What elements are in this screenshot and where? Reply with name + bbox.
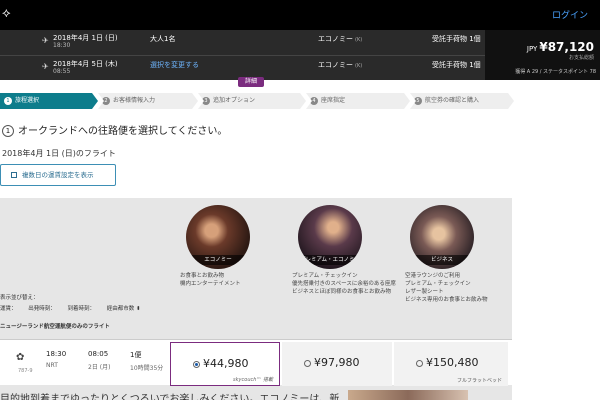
inbound-time: 08:55 — [53, 68, 71, 75]
aircraft-type: 787-9 — [18, 368, 33, 374]
step-number-icon: 1 — [2, 125, 14, 137]
flatbed-note: フルフラットベッド — [456, 378, 502, 384]
outbound-time: 18:30 — [53, 42, 71, 49]
login-link[interactable]: ログイン — [552, 8, 588, 21]
inbound-baggage: 受託手荷物 1個 — [432, 61, 481, 69]
cabin-premium-economy: プレミアム・エコノミー — [290, 205, 370, 269]
step-options: 3 追加オプション — [198, 93, 306, 109]
sort-departure[interactable]: 出発時刻： — [28, 306, 56, 312]
inbound-cabin: エコノミー (K) — [318, 61, 363, 69]
fare-economy[interactable]: ¥44,980 skycouch™ 搭載 — [170, 342, 280, 386]
total-price: JPY ¥87,120 — [526, 40, 594, 54]
outbound-summary-row: ✈ 2018年4月 1日 (日) 18:30 大人1名 エコノミー (K) 受託手… — [0, 30, 485, 55]
business-photo: ビジネス — [410, 205, 474, 269]
sort-options: 運賃： 出発時刻： 到着時刻： 経由都市数 ⬍ — [0, 304, 180, 312]
skycouch-note: skycouch™ 搭載 — [233, 377, 273, 383]
cabin-economy: エコノミー — [178, 205, 258, 269]
departure: 18:30 NRT — [46, 350, 67, 369]
page-title: 1 オークランドへの往路便を選択してください。 — [2, 122, 227, 137]
cabin-business: ビジネス — [402, 205, 482, 269]
premium-economy-photo: プレミアム・エコノミー — [298, 205, 362, 269]
stops-duration: 1便 10時間35分 — [130, 351, 164, 372]
calendar-icon — [11, 172, 17, 178]
sort-stops[interactable]: 経由都市数 ⬍ — [107, 306, 141, 312]
landing-icon: ✈ — [42, 62, 49, 71]
sort-arrival[interactable]: 到着時刻： — [68, 306, 96, 312]
details-toggle[interactable]: 詳細 — [238, 77, 264, 87]
section-title: ニュージーランド航空運航便のみのフライト — [0, 324, 110, 330]
promo-text: 目的地到着までゆったりとくつろいでお楽しみください。エコノミーは、新 — [0, 394, 340, 400]
fare-premium-economy[interactable]: ¥97,980 — [282, 342, 392, 386]
progress-steps: 1 旅程選択 2 お客様情報入力 3 追加オプション 4 座席指定 5 航空券の確認と購入 — [0, 93, 600, 109]
fare-business[interactable]: ¥150,480 フルフラットベッド — [394, 342, 508, 386]
flight-row: ✿ 787-9 18:30 NRT 08:05 2日 (月) 1便 10時間35… — [0, 339, 512, 386]
fare-economy-price: ¥44,980 — [203, 357, 249, 370]
economy-photo: エコノミー — [186, 205, 250, 269]
sort-label: 表示並び替え： — [0, 295, 39, 301]
sort-fare[interactable]: 運賃： — [0, 306, 17, 312]
promo-image — [348, 390, 468, 400]
page: ⟡ ログイン ✈ 2018年4月 1日 (日) 18:30 大人1名 エコノミー… — [0, 0, 600, 400]
business-features: 空港ラウンジのご利用 プレミアム・チェックイン レザー製シート ビジネス専用のお… — [405, 273, 488, 303]
economy-features: お食事とお飲み物 機内エンターテイメント — [180, 273, 241, 287]
total-price-note: お支払総額 — [568, 55, 594, 61]
step-itinerary[interactable]: 1 旅程選択 — [0, 93, 98, 109]
booking-summary: ✈ 2018年4月 1日 (日) 18:30 大人1名 エコノミー (K) 受託手… — [0, 30, 600, 80]
outbound-cabin: エコノミー (K) — [318, 35, 363, 43]
step-confirm: 5 航空券の確認と購入 — [410, 93, 514, 109]
step-seat: 4 座席指定 — [306, 93, 410, 109]
fare-economy-radio[interactable] — [193, 361, 200, 368]
change-selection-link[interactable]: 選択を変更する — [150, 60, 199, 70]
step-passenger-info: 2 お客様情報入力 — [98, 93, 198, 109]
total-price-box: JPY ¥87,120 お支払総額 獲得 A 29 / ステータスポイント 78 — [485, 30, 600, 80]
multi-day-fares-button[interactable]: 複数日の運賃設定を表示 — [0, 164, 116, 186]
flight-date-label: 2018年4月 1日 (日)のフライト — [2, 149, 116, 158]
fare-premium-economy-radio[interactable] — [304, 360, 311, 367]
airline-icon: ✿ — [16, 352, 25, 363]
arrival: 08:05 2日 (月) — [88, 350, 111, 371]
top-bar: ⟡ ログイン — [0, 0, 600, 30]
status-points: 獲得 A 29 / ステータスポイント 78 — [515, 69, 596, 75]
fare-business-price: ¥150,480 — [426, 356, 479, 369]
fare-business-radio[interactable] — [416, 360, 423, 367]
takeoff-icon: ✈ — [42, 36, 49, 45]
passenger-count: 大人1名 — [150, 35, 176, 43]
fare-premium-economy-price: ¥97,980 — [314, 356, 360, 369]
outbound-baggage: 受託手荷物 1個 — [432, 35, 481, 43]
premium-economy-features: プレミアム・チェックイン 優先搭乗付きのスペースに余裕のある座席 ビジネスとほぼ… — [292, 273, 396, 295]
airline-logo-icon[interactable]: ⟡ — [2, 6, 16, 24]
